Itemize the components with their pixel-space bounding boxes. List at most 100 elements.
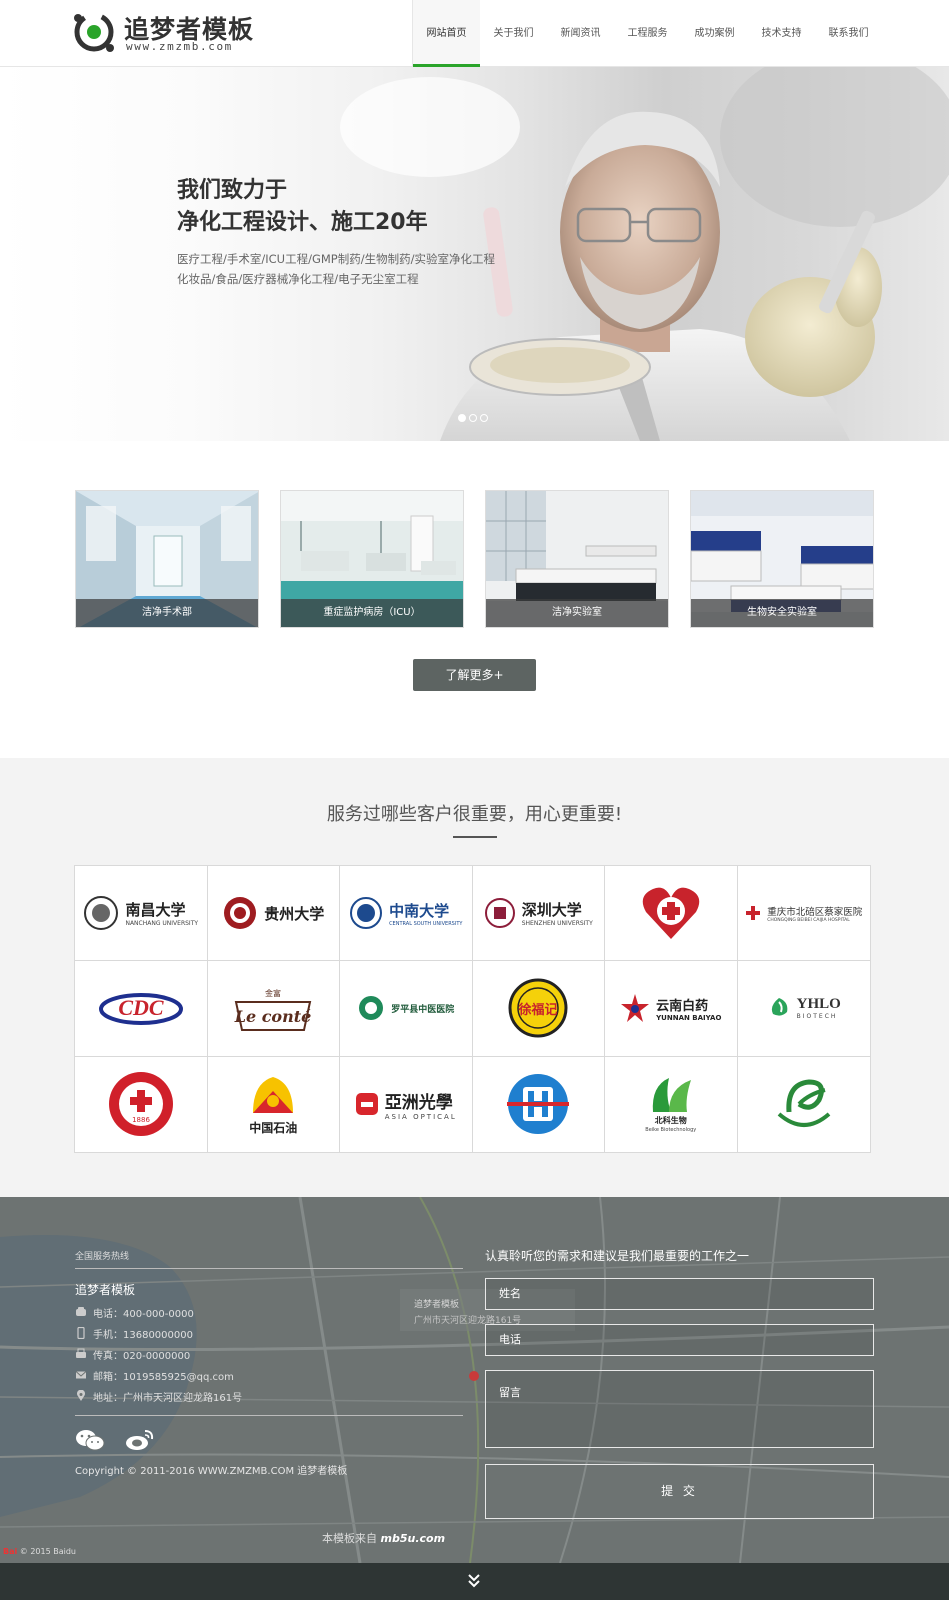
client-logo-caijia-hospital[interactable]: 重庆市北碚区蔡家医院 CHONGQING BEIBEI CAIJIA HOSPIT… — [737, 866, 870, 962]
client-logo-grid: 南昌大学 NANCHANG UNIVERSITY 贵州大学 中南大学 CENTRAL… — [74, 865, 871, 1153]
slider-dot[interactable] — [458, 414, 466, 422]
name-field[interactable]: 姓名 — [485, 1278, 874, 1310]
nav-item-cases[interactable]: 成功案例 — [681, 0, 748, 67]
clients-section: 服务过哪些客户很重要，用心更重要! 南昌大学 NANCHANG UNIVERSIT… — [0, 758, 949, 1197]
form-lead-text: 认真聆听您的需求和建议是我们最重要的工作之一 — [485, 1249, 750, 1263]
client-logo-leconte[interactable]: 金富 Le conté — [207, 961, 340, 1057]
red-cross-icon — [746, 906, 761, 921]
client-logo-central-south-university[interactable]: 中南大学 CENTRAL SOUTH UNIVERSITY — [340, 866, 473, 962]
learn-more-button[interactable]: 了解更多+ — [413, 659, 536, 691]
hero-banner[interactable]: 我们致力于 净化工程设计、施工20年 医疗工程/手术室/ICU工程/GMP制药/… — [0, 67, 949, 441]
service-card-clean-lab[interactable]: 洁净实验室 — [485, 490, 669, 628]
nav-item-about[interactable]: 关于我们 — [480, 0, 547, 67]
leconte-logo-icon: 金富 Le conté — [234, 988, 312, 1032]
copyright: Copyright © 2011-2016 WWW.ZMZMB.COM 追梦者模… — [75, 1466, 348, 1477]
slider-dot[interactable] — [469, 414, 477, 422]
nav-item-support[interactable]: 技术支持 — [748, 0, 815, 67]
nav-item-contact[interactable]: 联系我们 — [815, 0, 882, 67]
contact-phone: 电话：400-000-0000 — [75, 1305, 465, 1320]
hotline-label: 全国服务热线 — [75, 1252, 130, 1262]
baidu-copyright: © 2015 Baidu — [19, 1547, 77, 1556]
hero-subtitle: 医疗工程/手术室/ICU工程/GMP制药/生物制药/实验室净化工程 化妆品/食品… — [177, 249, 495, 289]
nav-item-home[interactable]: 网站首页 — [413, 0, 480, 68]
client-logo-asia-optical[interactable]: 亞洲光學 ASIA OPTICAL — [340, 1056, 473, 1152]
main-nav: 网站首页 关于我们 新闻资讯 工程服务 成功案例 技术支持 联系我们 — [413, 0, 882, 68]
hospital-badge-icon: 1886 — [108, 1072, 173, 1137]
phone-field[interactable]: 电话 — [485, 1324, 874, 1356]
client-logo-xufuji[interactable]: 徐福记 — [472, 961, 605, 1057]
template-credit-brand[interactable]: mb5u.com — [381, 1532, 446, 1545]
feedback-form: 认真聆听您的需求和建议是我们最重要的工作之一 姓名 电话 留言 提 交 — [485, 1247, 874, 1519]
hero-headline: 我们致力于 净化工程设计、施工20年 — [177, 175, 428, 239]
contact-email: 邮箱：1019585925@qq.com — [75, 1368, 465, 1383]
client-logo-shenzhen-university[interactable]: 深圳大学 SHENZHEN UNIVERSITY — [472, 866, 605, 962]
slider-dot[interactable] — [480, 414, 488, 422]
client-logo-name: 罗平县中医医院 — [391, 1004, 455, 1015]
map-marker-icon[interactable] — [469, 1371, 479, 1381]
client-logo-yhlo[interactable]: YHLO BIOTECH — [737, 961, 870, 1057]
contact-fax: 传真：020-0000000 — [75, 1347, 465, 1362]
h-badge-icon — [507, 1074, 570, 1135]
service-caption: 洁净手术部 — [76, 599, 258, 627]
client-logo-name: 亞洲光學 — [384, 1092, 453, 1113]
site-logo[interactable]: 追梦者模板 www.zmzmb.com — [70, 6, 280, 58]
client-logo-name: 中南大学 — [389, 901, 450, 920]
contact-phone-text: 电话：400-000-0000 — [93, 1308, 194, 1320]
service-card-icu[interactable]: 重症监护病房（ICU） — [280, 490, 464, 628]
green-emblem-icon — [777, 1079, 831, 1128]
service-caption: 重症监护病房（ICU） — [281, 599, 463, 627]
cdc-logo-icon: CDC — [98, 993, 183, 1026]
service-card-biosafety-lab[interactable]: 生物安全实验室 — [690, 490, 874, 628]
service-cards: 洁净手术部 重症监护病房（ICU） 洁净实验室 生物安全实验室 — [75, 490, 875, 628]
client-logo-luoping-tcm-hospital[interactable]: 罗平县中医医院 — [340, 961, 473, 1057]
yhlo-leaf-icon — [771, 998, 787, 1017]
beike-leaf-icon — [652, 1077, 691, 1112]
client-logo-sub: 金富 — [265, 988, 281, 998]
double-chevron-down-icon[interactable] — [464, 1571, 484, 1591]
hospital-emblem-icon — [359, 996, 384, 1021]
message-field[interactable]: 留言 — [485, 1370, 874, 1448]
submit-button[interactable]: 提 交 — [485, 1464, 874, 1519]
client-logo-nanchang-university[interactable]: 南昌大学 NANCHANG UNIVERSITY — [75, 866, 208, 962]
fax-icon — [76, 1348, 86, 1358]
service-caption: 洁净实验室 — [486, 599, 668, 627]
site-footer: 追梦者模板 广州市天河区迎龙路161号 全国服务热线 追梦者模板 电话：400-… — [0, 1197, 949, 1563]
xufuji-logo-icon: 徐福记 — [508, 978, 568, 1038]
slider-dots — [458, 414, 488, 422]
client-logo-name: 重庆市北碚区蔡家医院 — [767, 906, 863, 918]
client-logo-green-emblem[interactable] — [738, 1057, 871, 1152]
service-card-operating-room[interactable]: 洁净手术部 — [75, 490, 259, 628]
wechat-icon[interactable] — [75, 1428, 105, 1452]
divider — [75, 1415, 463, 1416]
nav-item-services[interactable]: 工程服务 — [614, 0, 681, 67]
baidu-map-attribution[interactable]: Bai © 2015 Baidu — [3, 1547, 76, 1556]
client-logo-yunnan-baiyao[interactable]: 云南白药 YUNNAN BAIYAO — [605, 961, 738, 1057]
client-logo-red-heart-cross[interactable] — [605, 866, 738, 962]
client-logo-sub: CHONGQING BEIBEI CAIJIA HOSPITAL — [767, 917, 850, 923]
client-logo-beike-biotech[interactable]: 北科生物 Beike Biotechnology — [605, 1056, 738, 1152]
title-underline — [453, 836, 497, 838]
client-logo-sub: SHENZHEN UNIVERSITY — [521, 920, 593, 928]
client-logo-peoples-hospital[interactable]: 1886 — [75, 1056, 208, 1152]
template-credit: 本模板来自 mb5u.com — [322, 1530, 445, 1546]
telephone-icon — [76, 1307, 86, 1316]
weibo-icon[interactable] — [125, 1428, 155, 1452]
hero-subtitle-line1: 医疗工程/手术室/ICU工程/GMP制药/生物制药/实验室净化工程 — [177, 252, 495, 266]
clients-title: 服务过哪些客户很重要，用心更重要! — [326, 804, 623, 825]
client-logo-cdc[interactable]: CDC — [75, 961, 208, 1057]
university-seal-icon — [484, 898, 515, 929]
hero-headline-line2: 净化工程设计、施工20年 — [177, 210, 428, 235]
client-logo-sub: 1886 — [132, 1116, 150, 1124]
client-logo-name: 南昌大学 — [125, 901, 186, 920]
client-logo-h-badge[interactable] — [473, 1056, 605, 1152]
client-logo-name: 贵州大学 — [264, 904, 325, 923]
client-logo-petrochina[interactable]: 中国石油 — [208, 1056, 340, 1152]
client-logo-guizhou-university[interactable]: 贵州大学 — [207, 866, 340, 962]
bottom-toolbar — [0, 1563, 949, 1600]
university-seal-icon — [224, 897, 257, 930]
social-links — [75, 1428, 465, 1452]
university-seal-icon — [350, 897, 383, 930]
nav-item-news[interactable]: 新闻资讯 — [547, 0, 614, 67]
university-seal-icon — [84, 896, 119, 931]
client-logo-name: 云南白药 — [656, 998, 709, 1014]
